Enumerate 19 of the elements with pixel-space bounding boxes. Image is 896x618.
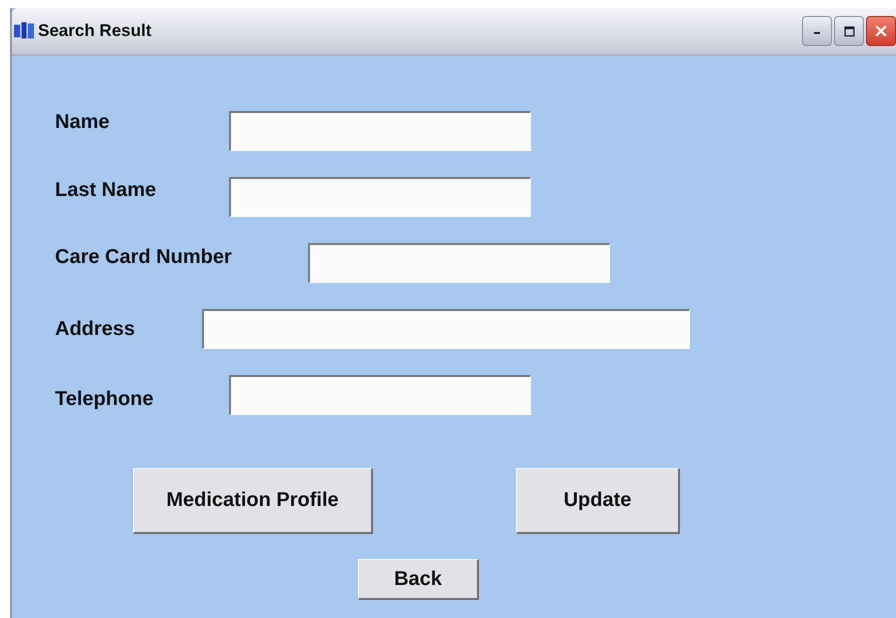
input-field[interactable] (229, 177, 531, 217)
field-label: Care Card Number (55, 246, 233, 268)
app-icon (14, 22, 34, 40)
input-field[interactable] (229, 111, 531, 151)
action-button[interactable]: Update (516, 468, 680, 534)
input-field[interactable] (308, 243, 610, 283)
field-label: Telephone (55, 388, 155, 410)
close-icon (875, 25, 887, 37)
input-field[interactable] (202, 309, 690, 349)
field-label: Last Name (55, 178, 158, 202)
close-button[interactable] (866, 16, 896, 46)
maximize-button[interactable] (834, 16, 864, 46)
action-button[interactable]: Back (358, 559, 479, 600)
action-button[interactable]: Medication Profile (133, 468, 373, 534)
window-title: Search Result (38, 21, 152, 41)
field-label: Address (55, 318, 136, 340)
field-label: Name (55, 110, 110, 134)
input-field[interactable] (229, 375, 531, 415)
maximize-icon (844, 26, 854, 36)
